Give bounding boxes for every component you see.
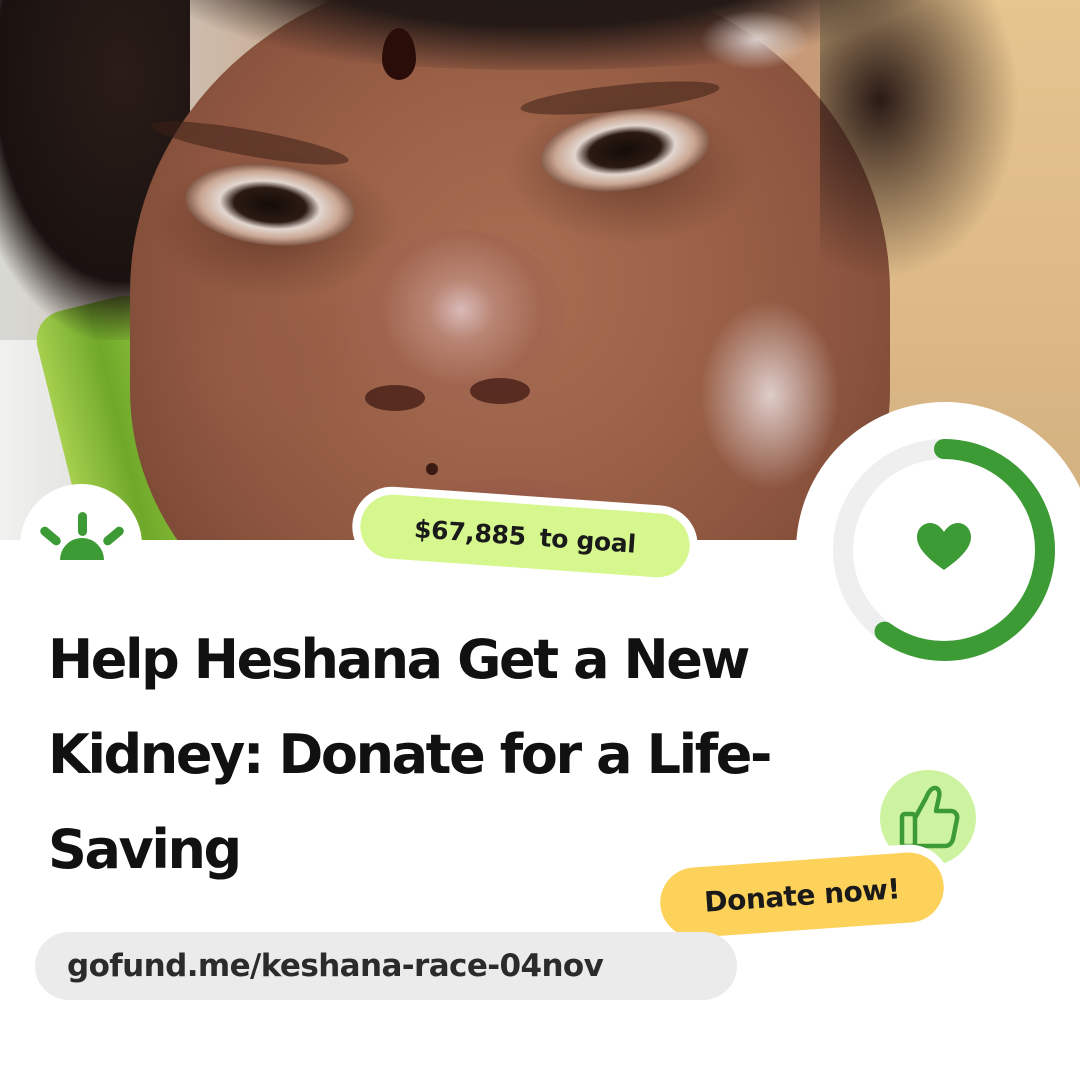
- heart-icon: [917, 523, 971, 570]
- goal-amount: $67,885: [413, 513, 527, 551]
- thumbs-up-icon: [899, 785, 960, 849]
- donate-now-label: Donate now!: [703, 871, 901, 919]
- gofundme-sun-logo-icon: [40, 512, 124, 560]
- goal-suffix: to goal: [538, 522, 637, 559]
- campaign-card: $67,885 to goal Help Heshana Get a New K…: [0, 0, 1080, 1080]
- progress-ring: [833, 439, 1055, 661]
- campaign-title: Help Heshana Get a New Kidney: Donate fo…: [48, 628, 772, 881]
- campaign-link[interactable]: gofund.me/keshana-race-04nov: [35, 932, 737, 1000]
- campaign-url: gofund.me/keshana-race-04nov: [67, 948, 604, 984]
